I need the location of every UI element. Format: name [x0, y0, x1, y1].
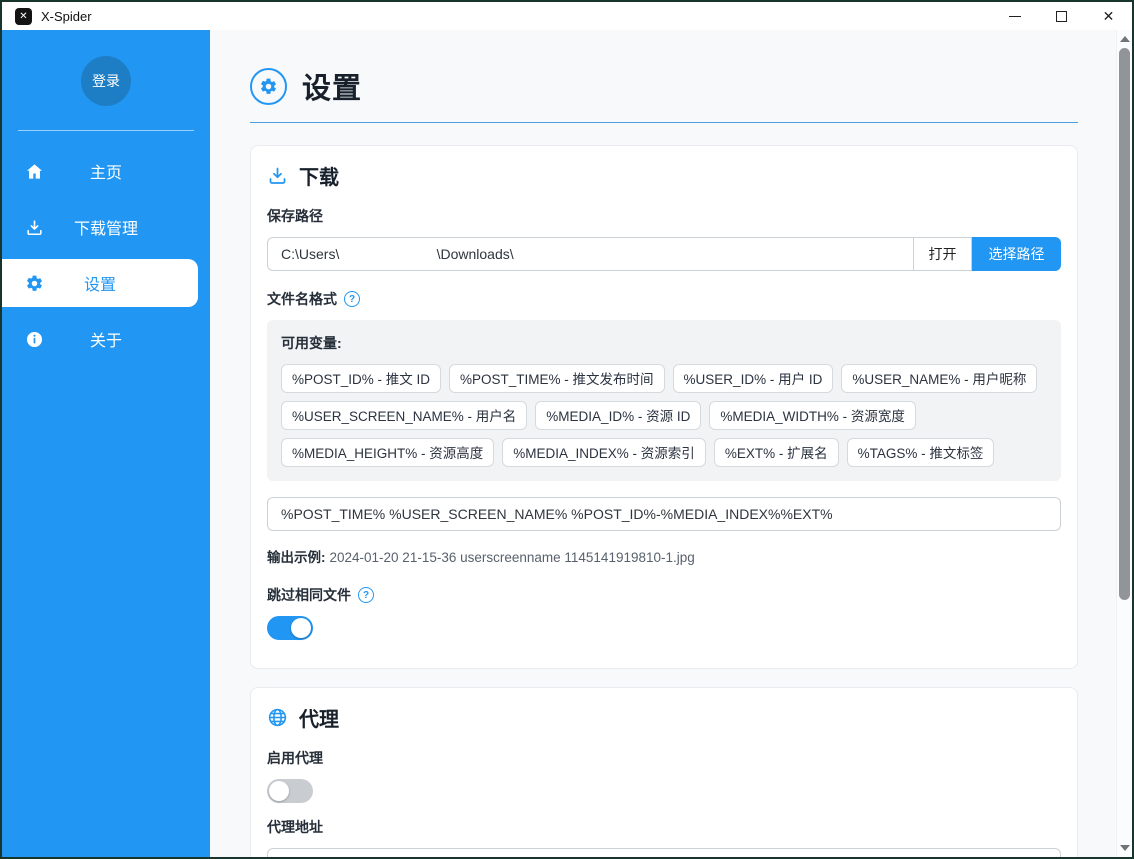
download-settings-card: 下载 保存路径 打开 选择路径 文件名格式 ? 可用变量: %POST_ID% … — [250, 145, 1078, 669]
titlebar: ✕ X-Spider ✕ — [2, 2, 1132, 30]
skip-same-label-text: 跳过相同文件 — [267, 585, 351, 605]
variable-chip[interactable]: %MEDIA_HEIGHT% - 资源高度 — [281, 438, 494, 467]
variable-chip[interactable]: %POST_ID% - 推文 ID — [281, 364, 441, 393]
sidebar-divider — [18, 130, 194, 131]
filename-format-help-icon[interactable]: ? — [344, 291, 360, 307]
output-example-value: 2024-01-20 21-15-36 userscreenname 11451… — [330, 550, 695, 565]
info-icon — [24, 329, 44, 349]
available-variables-box: 可用变量: %POST_ID% - 推文 ID %POST_TIME% - 推文发… — [267, 320, 1061, 481]
proxy-section-title: 代理 — [299, 703, 339, 732]
sidebar-item-label: 关于 — [90, 327, 122, 351]
download-section-header: 下载 — [267, 161, 1061, 190]
window-controls: ✕ — [991, 2, 1132, 30]
sidebar-item-label: 下载管理 — [74, 215, 138, 239]
gear-icon — [24, 273, 44, 293]
filename-format-label: 文件名格式 ? — [267, 289, 1061, 309]
save-path-input[interactable] — [267, 237, 914, 271]
variable-chip[interactable]: %MEDIA_WIDTH% - 资源宽度 — [709, 401, 916, 430]
maximize-icon — [1056, 11, 1067, 22]
titlebar-left: ✕ X-Spider — [15, 8, 92, 25]
proxy-address-label: 代理地址 — [267, 817, 1061, 837]
skip-same-help-icon[interactable]: ? — [358, 587, 374, 603]
sidebar-item-label: 设置 — [84, 271, 116, 295]
download-section-title: 下载 — [299, 161, 339, 190]
app-logo-icon: ✕ — [15, 8, 32, 25]
filename-format-input[interactable] — [267, 497, 1061, 531]
variable-chip[interactable]: %TAGS% - 推文标签 — [847, 438, 995, 467]
close-icon: ✕ — [1103, 9, 1115, 23]
login-label: 登录 — [92, 71, 120, 91]
page-title: 设置 — [302, 65, 362, 107]
variable-chip[interactable]: %MEDIA_ID% - 资源 ID — [535, 401, 701, 430]
globe-icon — [267, 707, 288, 728]
maximize-button[interactable] — [1038, 2, 1085, 30]
available-variables-label: 可用变量: — [281, 333, 1047, 353]
scroll-down-icon[interactable] — [1120, 845, 1130, 851]
download-icon — [24, 217, 44, 237]
page-header: 设置 — [250, 52, 1078, 122]
minimize-icon — [1009, 16, 1021, 17]
minimize-button[interactable] — [991, 2, 1038, 30]
variable-chip[interactable]: %USER_ID% - 用户 ID — [673, 364, 834, 393]
variable-chip[interactable]: %USER_NAME% - 用户昵称 — [841, 364, 1037, 393]
choose-path-button[interactable]: 选择路径 — [972, 237, 1061, 271]
sidebar-item-label: 主页 — [90, 159, 122, 183]
output-example-label: 输出示例: — [267, 550, 326, 565]
variable-chip[interactable]: %MEDIA_INDEX% - 资源索引 — [502, 438, 706, 467]
window-title: X-Spider — [41, 9, 92, 24]
home-icon — [24, 161, 44, 181]
download-section-icon — [267, 165, 288, 186]
variable-chip[interactable]: %USER_SCREEN_NAME% - 用户名 — [281, 401, 527, 430]
enable-proxy-label: 启用代理 — [267, 748, 1061, 768]
save-path-label: 保存路径 — [267, 206, 1061, 226]
app-body: 登录 主页 下载管理 — [2, 30, 1132, 857]
sidebar: 登录 主页 下载管理 — [2, 30, 210, 857]
header-divider — [250, 122, 1078, 123]
vertical-scrollbar[interactable] — [1116, 30, 1132, 857]
save-path-group: 打开 选择路径 — [267, 237, 1061, 271]
proxy-section-header: 代理 — [267, 703, 1061, 732]
output-example: 输出示例: 2024-01-20 21-15-36 userscreenname … — [267, 546, 1061, 566]
proxy-settings-card: 代理 启用代理 代理地址 — [250, 687, 1078, 857]
skip-same-toggle[interactable] — [267, 616, 313, 640]
skip-same-label: 跳过相同文件 ? — [267, 585, 1061, 605]
proxy-address-input[interactable] — [267, 848, 1061, 857]
close-button[interactable]: ✕ — [1085, 2, 1132, 30]
sidebar-item-home[interactable]: 主页 — [2, 143, 210, 199]
variable-chip[interactable]: %EXT% - 扩展名 — [714, 438, 839, 467]
sidebar-nav: 主页 下载管理 设置 — [2, 143, 210, 367]
sidebar-item-settings[interactable]: 设置 — [2, 259, 198, 307]
enable-proxy-toggle[interactable] — [267, 779, 313, 803]
variable-chips: %POST_ID% - 推文 ID %POST_TIME% - 推文发布时间 %US… — [281, 364, 1047, 467]
login-button[interactable]: 登录 — [81, 56, 131, 106]
filename-format-label-text: 文件名格式 — [267, 289, 337, 309]
variable-chip[interactable]: %POST_TIME% - 推文发布时间 — [449, 364, 665, 393]
app-window: ✕ X-Spider ✕ 登录 主页 — [0, 0, 1134, 859]
settings-gear-icon — [250, 68, 287, 105]
sidebar-item-about[interactable]: 关于 — [2, 311, 210, 367]
sidebar-item-downloads[interactable]: 下载管理 — [2, 199, 210, 255]
settings-page: 设置 下载 保存路径 打开 选择路径 — [210, 30, 1116, 857]
scrollbar-thumb[interactable] — [1119, 48, 1130, 600]
scroll-up-icon[interactable] — [1120, 36, 1130, 42]
open-path-button[interactable]: 打开 — [914, 237, 972, 271]
